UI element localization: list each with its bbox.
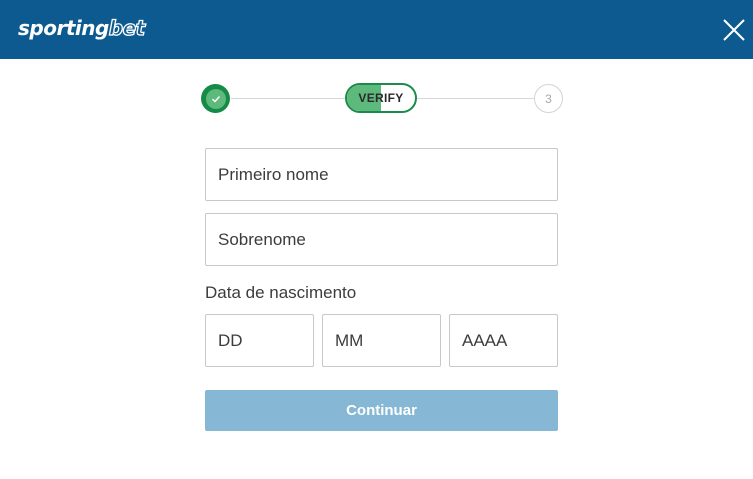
sportingbet-logo: sportingbet — [18, 15, 146, 40]
birth-month-field[interactable] — [322, 314, 441, 367]
stepper-line-2 — [417, 98, 534, 99]
first-name-field[interactable] — [205, 148, 558, 201]
logo-text-bet: bet — [108, 15, 146, 40]
step-3-pending: 3 — [534, 84, 563, 113]
first-name-input[interactable] — [206, 149, 557, 200]
continue-button[interactable]: Continuar — [205, 390, 558, 431]
birth-day-input[interactable] — [206, 315, 313, 366]
birthdate-label: Data de nascimento — [205, 283, 357, 302]
check-icon — [211, 95, 220, 102]
birth-year-input[interactable] — [450, 315, 557, 366]
modal-header: sportingbet — [0, 0, 753, 59]
step-2-current: VERIFY — [345, 83, 417, 113]
birth-month-input[interactable] — [323, 315, 440, 366]
close-icon — [723, 19, 745, 41]
step-2-label: VERIFY — [358, 91, 404, 105]
last-name-input[interactable] — [206, 214, 557, 265]
progress-stepper: VERIFY 3 — [200, 82, 570, 116]
stepper-line-1 — [231, 98, 345, 99]
birth-day-field[interactable] — [205, 314, 314, 367]
step-1-completed — [201, 84, 230, 113]
logo-text-sporting: sporting — [18, 16, 109, 40]
close-button[interactable] — [720, 16, 748, 44]
step-3-number: 3 — [545, 91, 552, 106]
birth-year-field[interactable] — [449, 314, 558, 367]
last-name-field[interactable] — [205, 213, 558, 266]
